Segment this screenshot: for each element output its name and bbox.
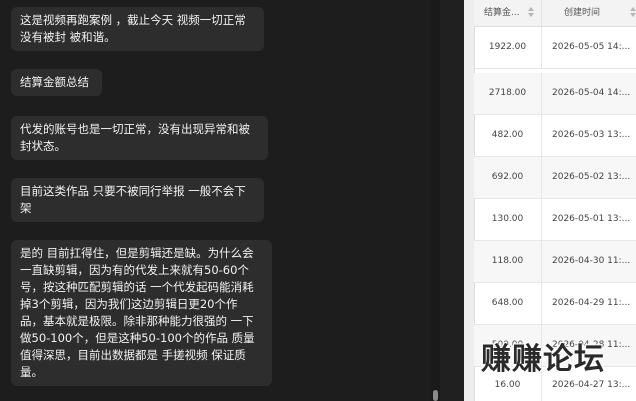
column-header-amount-label: 结算金... — [484, 8, 520, 18]
amount-cell: 648.00 — [474, 283, 542, 324]
message-bubble: 是的 目前扛得住，但是剪辑还是缺。为什么会 一直缺剪辑，因为有的代发上来就有50… — [11, 240, 272, 386]
table-row: 2718.00 2026-05-04 14:... — [474, 73, 636, 115]
amount-cell: 130.00 — [474, 199, 542, 240]
table-row: 130.00 2026-05-01 13:... — [474, 199, 636, 241]
table-row: 692.00 2026-05-02 13:... — [474, 157, 636, 199]
column-header-time-label: 创建时间 — [564, 8, 601, 18]
message-bubble: 目前这类作品 只要不被同行举报 一般不会下 架 — [11, 178, 264, 222]
time-cell: 2026-05-05 14:... — [552, 42, 631, 52]
forum-watermark: 赚赚论坛 — [481, 342, 605, 377]
amount-cell: 1922.00 — [474, 27, 542, 68]
chat-scrollbar-thumb[interactable] — [433, 390, 438, 401]
chat-scrollbar[interactable] — [431, 0, 440, 401]
column-header-amount[interactable]: 结算金... — [474, 0, 542, 26]
sort-icon[interactable] — [528, 7, 534, 19]
panel-divider — [440, 0, 464, 401]
chat-panel: 这是视频再跑案例 ，截止今天 视频一切正常 没有被封 被和谐。 结算金额总结 代… — [0, 0, 440, 401]
time-cell: 2026-05-02 13:... — [552, 172, 631, 182]
time-cell: 2026-05-04 14:... — [552, 88, 631, 98]
column-header-time[interactable]: 创建时间 — [542, 0, 636, 26]
time-cell: 2026-05-03 13:... — [552, 130, 631, 140]
amount-cell: 118.00 — [474, 241, 542, 282]
amount-cell: 692.00 — [474, 157, 542, 198]
message-bubble: 代发的账号也是一切正常，没有出现异常和被 封状态。 — [11, 116, 268, 160]
time-cell: 2026-04-30 11:... — [552, 256, 631, 266]
message-bubble: 这是视频再跑案例 ，截止今天 视频一切正常 没有被封 被和谐。 — [11, 7, 264, 51]
table-row: 482.00 2026-05-03 13:... — [474, 115, 636, 157]
amount-cell: 2718.00 — [474, 73, 542, 114]
message-bubble: 结算金额总结 — [11, 69, 102, 96]
table-row: 648.00 2026-04-29 11:... — [474, 283, 636, 325]
table-row: 1922.00 2026-05-05 14:... — [474, 27, 636, 69]
time-cell: 2026-04-29 11:... — [552, 298, 631, 308]
sort-icon[interactable] — [630, 7, 636, 19]
amount-cell: 482.00 — [474, 115, 542, 156]
table-row: 118.00 2026-04-30 11:... — [474, 241, 636, 283]
time-cell: 2026-05-01 13:... — [552, 214, 631, 224]
table-header: 结算金... 创建时间 — [474, 0, 636, 27]
